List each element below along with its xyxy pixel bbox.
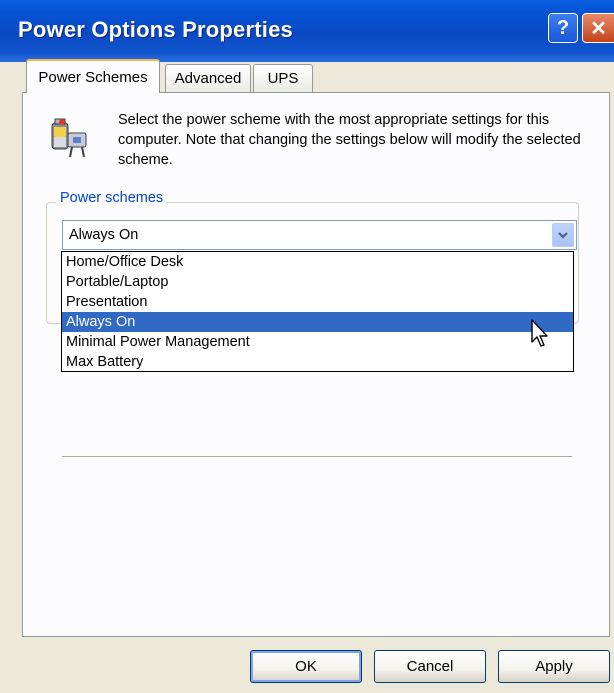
list-item[interactable]: Home/Office Desk <box>62 252 573 272</box>
help-button[interactable]: ? <box>548 13 578 43</box>
list-item[interactable]: Minimal Power Management <box>62 332 573 352</box>
list-item[interactable]: Presentation <box>62 292 573 312</box>
tab-ups[interactable]: UPS <box>253 64 313 92</box>
selected-scheme-value: Always On <box>69 227 139 243</box>
mouse-cursor-icon <box>531 319 548 347</box>
power-options-icon <box>51 118 87 158</box>
list-item-selected[interactable]: Always On <box>62 312 573 332</box>
list-item[interactable]: Portable/Laptop <box>62 272 573 292</box>
power-schemes-label: Power schemes <box>56 190 168 206</box>
power-options-dialog: Power Options Properties ? ✕ Power Schem… <box>0 0 614 693</box>
dropdown-button[interactable] <box>552 223 574 247</box>
chevron-down-icon <box>558 232 568 239</box>
window-title: Power Options Properties <box>18 17 293 42</box>
apply-button[interactable]: Apply <box>498 650 610 683</box>
tab-advanced[interactable]: Advanced <box>165 64 251 92</box>
tab-power-schemes[interactable]: Power Schemes <box>26 59 160 93</box>
cancel-button[interactable]: Cancel <box>374 650 486 683</box>
separator <box>62 456 572 460</box>
title-bar[interactable]: Power Options Properties ? ✕ <box>0 0 614 62</box>
list-item[interactable]: Max Battery <box>62 352 573 372</box>
scheme-dropdown-list[interactable]: Home/Office Desk Portable/Laptop Present… <box>61 251 574 372</box>
close-button[interactable]: ✕ <box>582 13 614 43</box>
ok-button[interactable]: OK <box>250 650 362 683</box>
description-text: Select the power scheme with the most ap… <box>118 112 581 168</box>
power-scheme-select[interactable]: Always On <box>62 220 577 250</box>
